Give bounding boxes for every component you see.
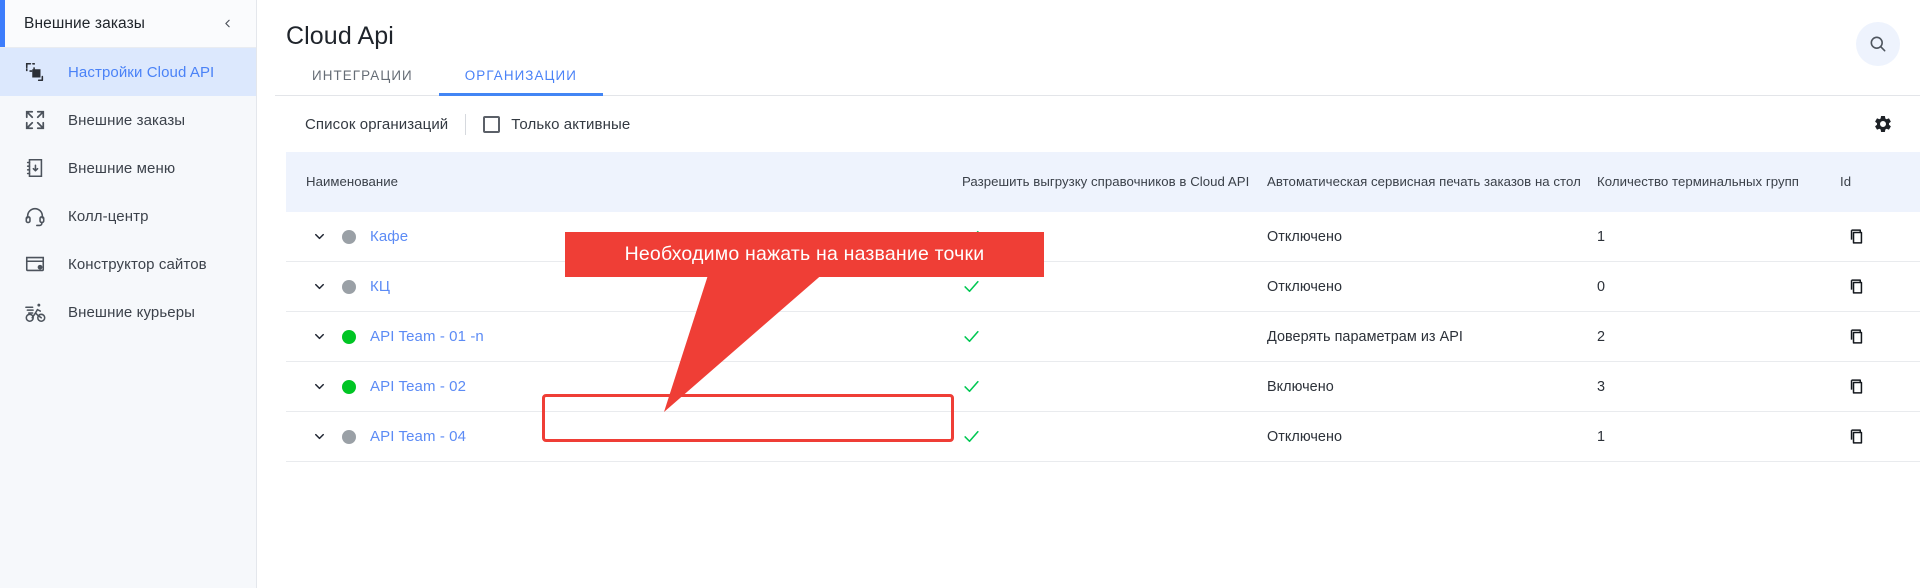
copy-icon[interactable] [1840, 227, 1920, 246]
cloud-api-icon [22, 59, 48, 85]
tab-organizations[interactable]: ОРГАНИЗАЦИИ [438, 68, 604, 96]
sidebar-header-title: Внешние заказы [24, 14, 146, 32]
status-indicator-dot [342, 379, 356, 394]
organizations-table: Наименование Разрешить выгрузку справочн… [286, 152, 1920, 462]
tab-bar: ИНТЕГРАЦИИ ОРГАНИЗАЦИИ [257, 68, 1920, 96]
app-root: Внешние заказы Настройки Cloud API Внешн… [0, 0, 1920, 588]
table-header-row: Наименование Разрешить выгрузку справочн… [286, 152, 1920, 212]
checkbox-box[interactable] [483, 115, 501, 133]
column-header-id: Id [1840, 174, 1852, 190]
table-row[interactable]: API Team - 04 Отключено 1 [286, 412, 1920, 462]
sidebar-item-label: Внешние заказы [68, 111, 186, 129]
check-icon [962, 377, 1267, 396]
organization-name-link[interactable]: Кафе [370, 228, 408, 245]
organizations-list-label: Список организаций [305, 115, 449, 133]
sidebar-item-external-orders[interactable]: Внешние заказы [0, 96, 256, 144]
sidebar-header: Внешние заказы [0, 0, 256, 48]
terminal-groups-value: 1 [1597, 428, 1606, 445]
column-header-service-print: Автоматическая сервисная печать заказов … [1267, 174, 1581, 190]
column-header-allow-upload: Разрешить выгрузку справочников в Cloud … [962, 174, 1250, 190]
site-builder-icon [22, 251, 48, 277]
sidebar-item-label: Настройки Cloud API [68, 63, 215, 81]
chevron-down-icon[interactable] [306, 224, 332, 250]
bicycle-courier-icon [22, 299, 48, 325]
only-active-checkbox[interactable]: Только активные [483, 115, 631, 133]
status-indicator-dot [342, 279, 356, 294]
check-icon [962, 227, 1267, 246]
chevron-down-icon[interactable] [306, 374, 332, 400]
table-toolbar: Список организаций Только активные [257, 96, 1920, 152]
chevron-down-icon[interactable] [306, 424, 332, 450]
service-print-value: Отключено [1267, 228, 1343, 245]
copy-icon[interactable] [1840, 277, 1920, 296]
page-title: Cloud Api [286, 22, 394, 50]
column-header-terminal-groups: Количество терминальных групп [1597, 174, 1799, 190]
main-content: Cloud Api ИНТЕГРАЦИИ ОРГАНИЗАЦИИ Список … [257, 0, 1920, 588]
sidebar-item-label: Колл-центр [68, 207, 149, 225]
column-header-name: Наименование [306, 174, 399, 190]
table-body: Кафе Отключено 1 КЦ Отключено 0 API Team - 01 … [286, 212, 1920, 462]
sidebar-item-label: Конструктор сайтов [68, 255, 207, 273]
gear-icon[interactable] [1869, 110, 1897, 138]
status-indicator-dot [342, 429, 356, 444]
sidebar-nav: Настройки Cloud API Внешние заказы Внешн… [0, 48, 256, 336]
terminal-groups-value: 3 [1597, 378, 1606, 395]
terminal-groups-value: 2 [1597, 328, 1606, 345]
table-row[interactable]: КЦ Отключено 0 [286, 262, 1920, 312]
sidebar: Внешние заказы Настройки Cloud API Внешн… [0, 0, 257, 588]
only-active-label: Только активные [511, 115, 631, 133]
copy-icon[interactable] [1840, 427, 1920, 446]
chevron-left-icon[interactable] [216, 13, 238, 35]
page-header: Cloud Api [257, 0, 1920, 66]
sidebar-item-external-menu[interactable]: Внешние меню [0, 144, 256, 192]
service-print-value: Включено [1267, 378, 1334, 395]
external-menu-icon [22, 155, 48, 181]
headset-icon [22, 203, 48, 229]
sidebar-item-label: Внешние курьеры [68, 303, 196, 321]
service-print-value: Доверять параметрам из API [1267, 328, 1463, 345]
check-icon [962, 327, 1267, 346]
table-row[interactable]: Кафе Отключено 1 [286, 212, 1920, 262]
search-icon[interactable] [1856, 22, 1900, 66]
table-row[interactable]: API Team - 02 Включено 3 [286, 362, 1920, 412]
copy-icon[interactable] [1840, 377, 1920, 396]
organization-name-link[interactable]: API Team - 01 -n [370, 328, 484, 345]
status-indicator-dot [342, 229, 356, 244]
terminal-groups-value: 0 [1597, 278, 1606, 295]
sidebar-item-site-builder[interactable]: Конструктор сайтов [0, 240, 256, 288]
service-print-value: Отключено [1267, 278, 1343, 295]
check-icon [962, 427, 1267, 446]
organization-name-link[interactable]: КЦ [370, 278, 390, 295]
organization-name-link[interactable]: API Team - 04 [370, 428, 466, 445]
toolbar-divider [465, 113, 467, 135]
organization-name-link[interactable]: API Team - 02 [370, 378, 466, 395]
status-indicator-dot [342, 329, 356, 344]
chevron-down-icon[interactable] [306, 324, 332, 350]
tab-integrations[interactable]: ИНТЕГРАЦИИ [286, 68, 439, 96]
sidebar-item-external-couriers[interactable]: Внешние курьеры [0, 288, 256, 336]
check-icon [962, 277, 1267, 296]
table-row[interactable]: API Team - 01 -n Доверять параметрам из A… [286, 312, 1920, 362]
service-print-value: Отключено [1267, 428, 1343, 445]
sidebar-item-cloud-api-settings[interactable]: Настройки Cloud API [0, 48, 256, 96]
copy-icon[interactable] [1840, 327, 1920, 346]
sidebar-item-call-center[interactable]: Колл-центр [0, 192, 256, 240]
terminal-groups-value: 1 [1597, 228, 1606, 245]
chevron-down-icon[interactable] [306, 274, 332, 300]
sidebar-item-label: Внешние меню [68, 159, 176, 177]
external-orders-icon [22, 107, 48, 133]
